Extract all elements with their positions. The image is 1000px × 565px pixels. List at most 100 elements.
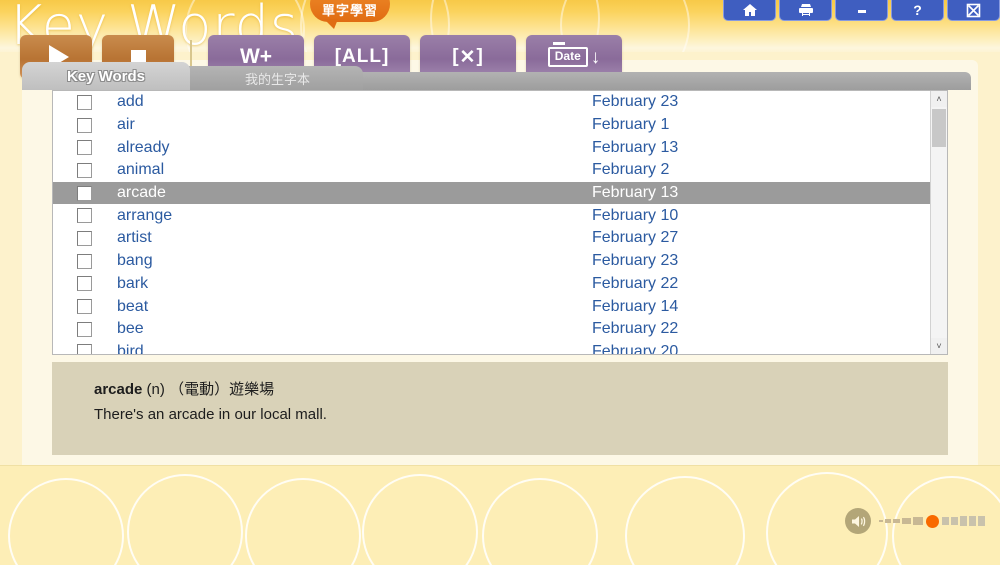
volume-tick[interactable] [892, 518, 900, 524]
print-button[interactable] [779, 0, 832, 21]
word-date: February 1 [592, 116, 670, 134]
tab-bar-filler [351, 72, 971, 90]
word-text: already [117, 138, 170, 156]
word-checkbox[interactable] [77, 208, 92, 224]
bracket-left-icon: [ [334, 46, 343, 67]
main-panel: Key Words 我的生字本 add February 23 air Februar… [22, 60, 978, 465]
word-checkbox[interactable] [77, 140, 92, 156]
select-all-label: ALL [342, 46, 382, 67]
home-icon [742, 3, 758, 17]
volume-tick[interactable] [912, 517, 923, 525]
word-text: artist [117, 229, 152, 247]
scroll-up-arrow-icon[interactable]: ˄ [931, 91, 947, 107]
word-text: bird [117, 342, 144, 354]
word-checkbox[interactable] [77, 276, 92, 292]
printer-icon [798, 3, 814, 17]
scrollbar-track[interactable] [931, 107, 947, 338]
word-list-row[interactable]: artist February 27 [53, 227, 930, 250]
down-arrow-icon: ↓ [590, 46, 601, 68]
volume-tick[interactable] [959, 516, 967, 526]
word-checkbox[interactable] [77, 117, 92, 133]
volume-tick[interactable] [968, 516, 976, 526]
word-checkbox[interactable] [77, 253, 92, 269]
date-sort-icon: Date ↓ [547, 42, 601, 68]
subtitle-badge: 單字學習 [310, 0, 390, 29]
cross-icon: ✕ [459, 46, 477, 68]
scroll-down-arrow-icon[interactable]: ˅ [931, 338, 947, 354]
word-list-row[interactable]: arcade February 13 [53, 181, 930, 205]
close-box-icon [966, 3, 981, 18]
definition-headword-line: arcade (n) （電動）遊樂場 [94, 378, 948, 399]
word-list-container: add February 23 air February 1 already Februa… [52, 90, 948, 355]
volume-tick[interactable] [977, 515, 985, 527]
volume-tick[interactable] [901, 517, 911, 525]
definition-meaning: （電動）遊樂場 [169, 381, 275, 398]
circle-decoration [8, 478, 124, 565]
word-text: bee [117, 320, 144, 338]
word-text: beat [117, 297, 149, 315]
word-checkbox[interactable] [77, 94, 92, 110]
tab-key-words-label: Key Words [66, 67, 146, 85]
speaker-icon[interactable] [845, 508, 871, 534]
tab-key-words[interactable]: Key Words [22, 62, 190, 90]
word-checkbox[interactable] [77, 344, 92, 354]
word-date: February 23 [592, 93, 679, 111]
circle-decoration [625, 476, 745, 565]
word-date: February 20 [592, 342, 679, 354]
definition-word: arcade [94, 381, 143, 398]
word-text: bang [117, 252, 153, 270]
definition-panel: arcade (n) （電動）遊樂場 There's an arcade in … [52, 362, 948, 455]
definition-example: There's an arcade in our local mall. [94, 406, 327, 423]
word-list-row[interactable]: add February 23 [53, 91, 930, 114]
volume-tick[interactable] [950, 516, 958, 526]
word-checkbox[interactable] [77, 299, 92, 315]
definition-part-of-speech: (n) [146, 381, 165, 398]
word-date: February 23 [592, 252, 679, 270]
word-list-row[interactable]: bird February 20 [53, 341, 930, 354]
volume-tick[interactable] [885, 519, 891, 523]
word-date: February 22 [592, 320, 679, 338]
tab-my-wordbook[interactable]: 我的生字本 [178, 66, 363, 90]
home-button[interactable] [723, 0, 776, 21]
word-list-row[interactable]: animal February 2 [53, 159, 930, 182]
word-list-row[interactable]: arrange February 10 [53, 204, 930, 227]
word-date: February 27 [592, 229, 679, 247]
minimize-button[interactable] [835, 0, 888, 21]
word-list-row[interactable]: air February 1 [53, 114, 930, 137]
word-list-row[interactable]: beat February 14 [53, 295, 930, 318]
word-checkbox[interactable] [77, 185, 92, 201]
question-mark-icon: ? [913, 2, 922, 18]
circle-decoration [245, 478, 361, 565]
word-date: February 10 [592, 206, 679, 224]
tab-my-wordbook-label: 我的生字本 [244, 71, 310, 87]
word-text: arcade [117, 184, 166, 202]
volume-slider[interactable] [879, 514, 985, 528]
help-button[interactable]: ? [891, 0, 944, 21]
word-date: February 13 [592, 184, 679, 202]
word-list-row[interactable]: bark February 22 [53, 273, 930, 296]
date-label: Date [547, 42, 588, 67]
close-button[interactable] [947, 0, 1000, 21]
word-checkbox[interactable] [77, 162, 92, 178]
word-checkbox[interactable] [77, 321, 92, 337]
bracket-right-icon: ] [476, 46, 484, 67]
volume-tick[interactable] [941, 517, 949, 525]
circle-decoration [127, 474, 243, 565]
word-list-scrollbar[interactable]: ˄ ˅ [930, 91, 947, 354]
word-date: February 13 [592, 138, 679, 156]
word-list-row[interactable]: bang February 23 [53, 250, 930, 273]
word-checkbox[interactable] [77, 230, 92, 246]
window-controls: ? [723, 0, 1000, 21]
volume-handle[interactable] [925, 514, 939, 528]
word-list[interactable]: add February 23 air February 1 already Februa… [53, 91, 930, 354]
bracket-left-icon: [ [452, 46, 460, 67]
scrollbar-thumb[interactable] [932, 109, 946, 147]
word-list-row[interactable]: bee February 22 [53, 318, 930, 341]
word-list-row[interactable]: already February 13 [53, 136, 930, 159]
volume-control[interactable] [845, 508, 985, 534]
volume-tick[interactable] [879, 520, 883, 522]
word-text: air [117, 116, 135, 134]
word-text: animal [117, 161, 165, 179]
word-text: arrange [117, 206, 173, 224]
word-date: February 2 [592, 161, 670, 179]
